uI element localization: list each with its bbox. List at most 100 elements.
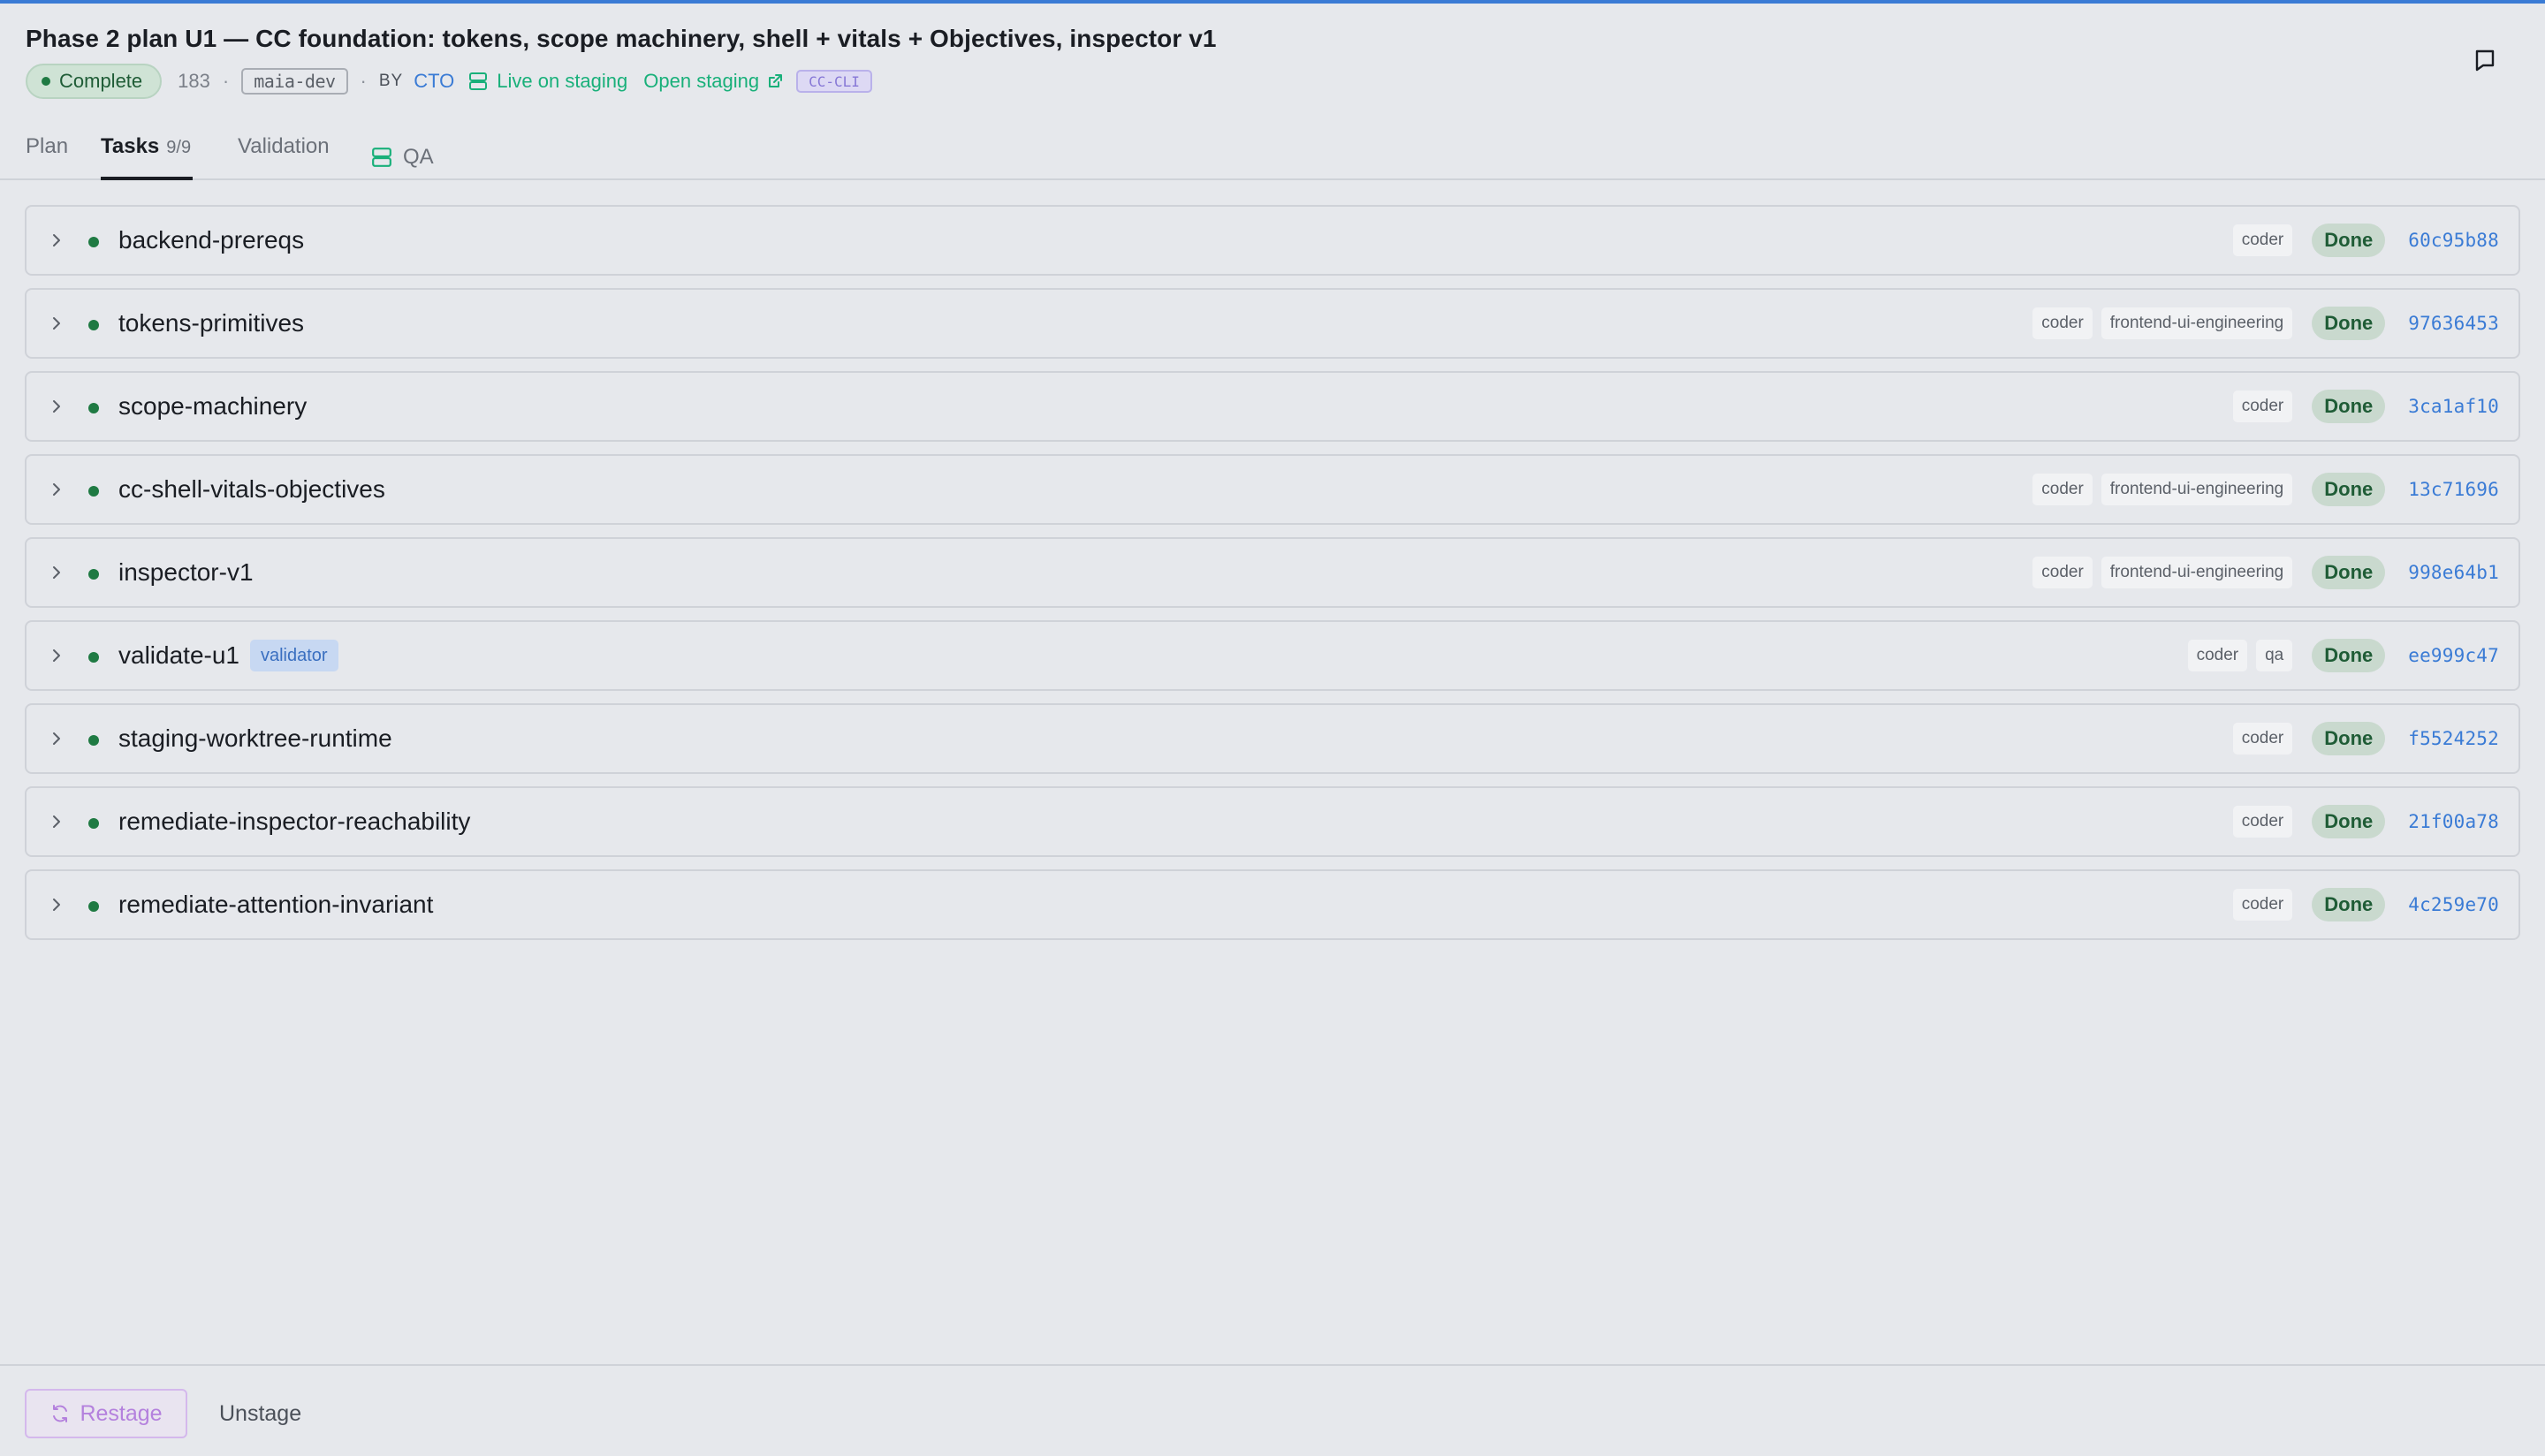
top-accent-bar <box>0 0 2545 4</box>
tasks-count: 9/9 <box>166 138 192 157</box>
tab-plan[interactable]: Plan <box>26 134 68 180</box>
chevron-right-icon[interactable] <box>46 230 67 251</box>
task-status-dot-icon <box>88 320 99 330</box>
task-row[interactable]: cc-shell-vitals-objectives coder frontend-… <box>25 454 2520 525</box>
task-status-dot-icon <box>88 735 99 746</box>
commit-hash-link[interactable]: 97636453 <box>2408 313 2499 334</box>
status-dot-icon <box>42 77 50 86</box>
chevron-right-icon[interactable] <box>46 313 67 334</box>
task-status-dot-icon <box>88 569 99 580</box>
task-row[interactable]: validate-u1 validator coder qa Done ee999c47 <box>25 620 2520 691</box>
role-tag: coder <box>2032 474 2093 505</box>
plan-header: Phase 2 plan U1 — CC foundation: tokens,… <box>26 21 2518 99</box>
tab-validation[interactable]: Validation <box>238 134 330 180</box>
chevron-right-icon[interactable] <box>46 645 67 666</box>
task-meta: coder frontend-ui-engineering Done 13c71696 <box>2032 456 2499 523</box>
task-meta: coder frontend-ui-engineering Done 998e64b1 <box>2032 539 2499 606</box>
env-chip: maia-dev <box>241 68 348 95</box>
task-row[interactable]: scope-machinery coder Done 3ca1af10 <box>25 371 2520 442</box>
role-tag: coder <box>2187 640 2248 671</box>
task-row[interactable]: inspector-v1 coder frontend-ui-engineering… <box>25 537 2520 608</box>
task-name: backend-prereqs <box>118 226 305 254</box>
commit-hash-link[interactable]: 13c71696 <box>2408 479 2499 500</box>
commit-hash-link[interactable]: 4c259e70 <box>2408 894 2499 915</box>
task-status-badge: Done <box>2312 390 2386 423</box>
footer-bar: Restage Unstage <box>0 1364 2545 1456</box>
task-name: scope-machinery <box>118 392 308 420</box>
task-status-badge: Done <box>2312 307 2386 340</box>
commit-hash-link[interactable]: 21f00a78 <box>2408 811 2499 832</box>
task-meta: coder Done 60c95b88 <box>2232 207 2499 274</box>
task-meta: coder Done 4c259e70 <box>2232 871 2499 938</box>
chevron-right-icon[interactable] <box>46 479 67 500</box>
restage-button[interactable]: Restage <box>25 1389 187 1438</box>
server-icon <box>372 148 391 167</box>
commit-hash-link[interactable]: 998e64b1 <box>2408 562 2499 583</box>
chevron-right-icon[interactable] <box>46 562 67 583</box>
commit-hash-link[interactable]: 3ca1af10 <box>2408 396 2499 417</box>
role-tag: coder <box>2232 806 2293 838</box>
comment-icon[interactable] <box>2471 46 2499 74</box>
open-staging-link[interactable]: Open staging <box>643 70 784 93</box>
task-name: remediate-inspector-reachability <box>118 808 471 835</box>
role-tag: frontend-ui-engineering <box>2101 557 2293 588</box>
unstage-button[interactable]: Unstage <box>219 1401 301 1427</box>
task-name: remediate-attention-invariant <box>118 891 434 918</box>
task-status-dot-icon <box>88 818 99 829</box>
chevron-right-icon[interactable] <box>46 811 67 832</box>
role-tag: qa <box>2256 640 2293 671</box>
open-staging-label: Open staging <box>643 70 760 92</box>
commit-hash-link[interactable]: 60c95b88 <box>2408 230 2499 251</box>
task-meta: coder Done f5524252 <box>2232 705 2499 772</box>
refresh-icon <box>53 1405 68 1422</box>
author-link[interactable]: CTO <box>414 70 454 93</box>
task-status-badge: Done <box>2312 473 2386 506</box>
task-name: cc-shell-vitals-objectives <box>118 475 385 503</box>
task-name: inspector-v1 <box>118 558 254 586</box>
status-label: Complete <box>59 70 143 92</box>
commit-hash-link[interactable]: f5524252 <box>2408 728 2499 749</box>
task-name: tokens-primitives <box>118 309 305 337</box>
task-status-dot-icon <box>88 901 99 912</box>
by-label: BY <box>378 72 404 90</box>
separator: · <box>222 70 230 92</box>
status-badge: Complete <box>26 64 163 99</box>
validator-badge: validator <box>249 640 338 671</box>
live-on-staging: Live on staging <box>468 70 627 93</box>
task-row[interactable]: tokens-primitives coder frontend-ui-engine… <box>25 288 2520 359</box>
task-row[interactable]: remediate-attention-invariant coder Done 4c… <box>25 869 2520 940</box>
role-tag: coder <box>2232 391 2293 422</box>
task-status-dot-icon <box>88 652 99 663</box>
external-link-icon <box>769 74 783 87</box>
page-title: Phase 2 plan U1 — CC foundation: tokens,… <box>26 25 1217 52</box>
task-meta: coder Done 21f00a78 <box>2232 788 2499 855</box>
role-tag: coder <box>2032 557 2093 588</box>
server-icon <box>469 72 488 90</box>
task-status-badge: Done <box>2312 224 2386 257</box>
task-status-badge: Done <box>2312 805 2386 838</box>
chevron-right-icon[interactable] <box>46 396 67 417</box>
chevron-right-icon[interactable] <box>46 894 67 915</box>
task-row[interactable]: backend-prereqs coder Done 60c95b88 <box>25 205 2520 276</box>
task-row[interactable]: staging-worktree-runtime coder Done f552425… <box>25 703 2520 774</box>
task-status-badge: Done <box>2312 556 2386 589</box>
role-tag: coder <box>2032 307 2093 339</box>
task-status-badge: Done <box>2312 722 2386 755</box>
plan-number: 183 <box>178 70 210 92</box>
role-tag: frontend-ui-engineering <box>2101 307 2293 339</box>
restage-label: Restage <box>80 1400 163 1426</box>
tab-qa[interactable]: QA <box>371 134 434 180</box>
live-label: Live on staging <box>497 70 628 92</box>
chevron-right-icon[interactable] <box>46 728 67 749</box>
task-status-dot-icon <box>88 403 99 413</box>
task-name: staging-worktree-runtime <box>118 724 392 752</box>
task-status-badge: Done <box>2312 888 2386 921</box>
task-meta: coder qa Done ee999c47 <box>2187 622 2499 689</box>
task-row[interactable]: remediate-inspector-reachability coder Don… <box>25 786 2520 857</box>
commit-hash-link[interactable]: ee999c47 <box>2408 645 2499 666</box>
role-tag: coder <box>2232 889 2293 921</box>
tab-tasks[interactable]: Tasks 9/9 <box>101 134 194 180</box>
task-meta: coder Done 3ca1af10 <box>2232 373 2499 440</box>
role-tag: frontend-ui-engineering <box>2101 474 2293 505</box>
tab-bar: Plan Tasks 9/9 Validation QA <box>0 118 2545 180</box>
